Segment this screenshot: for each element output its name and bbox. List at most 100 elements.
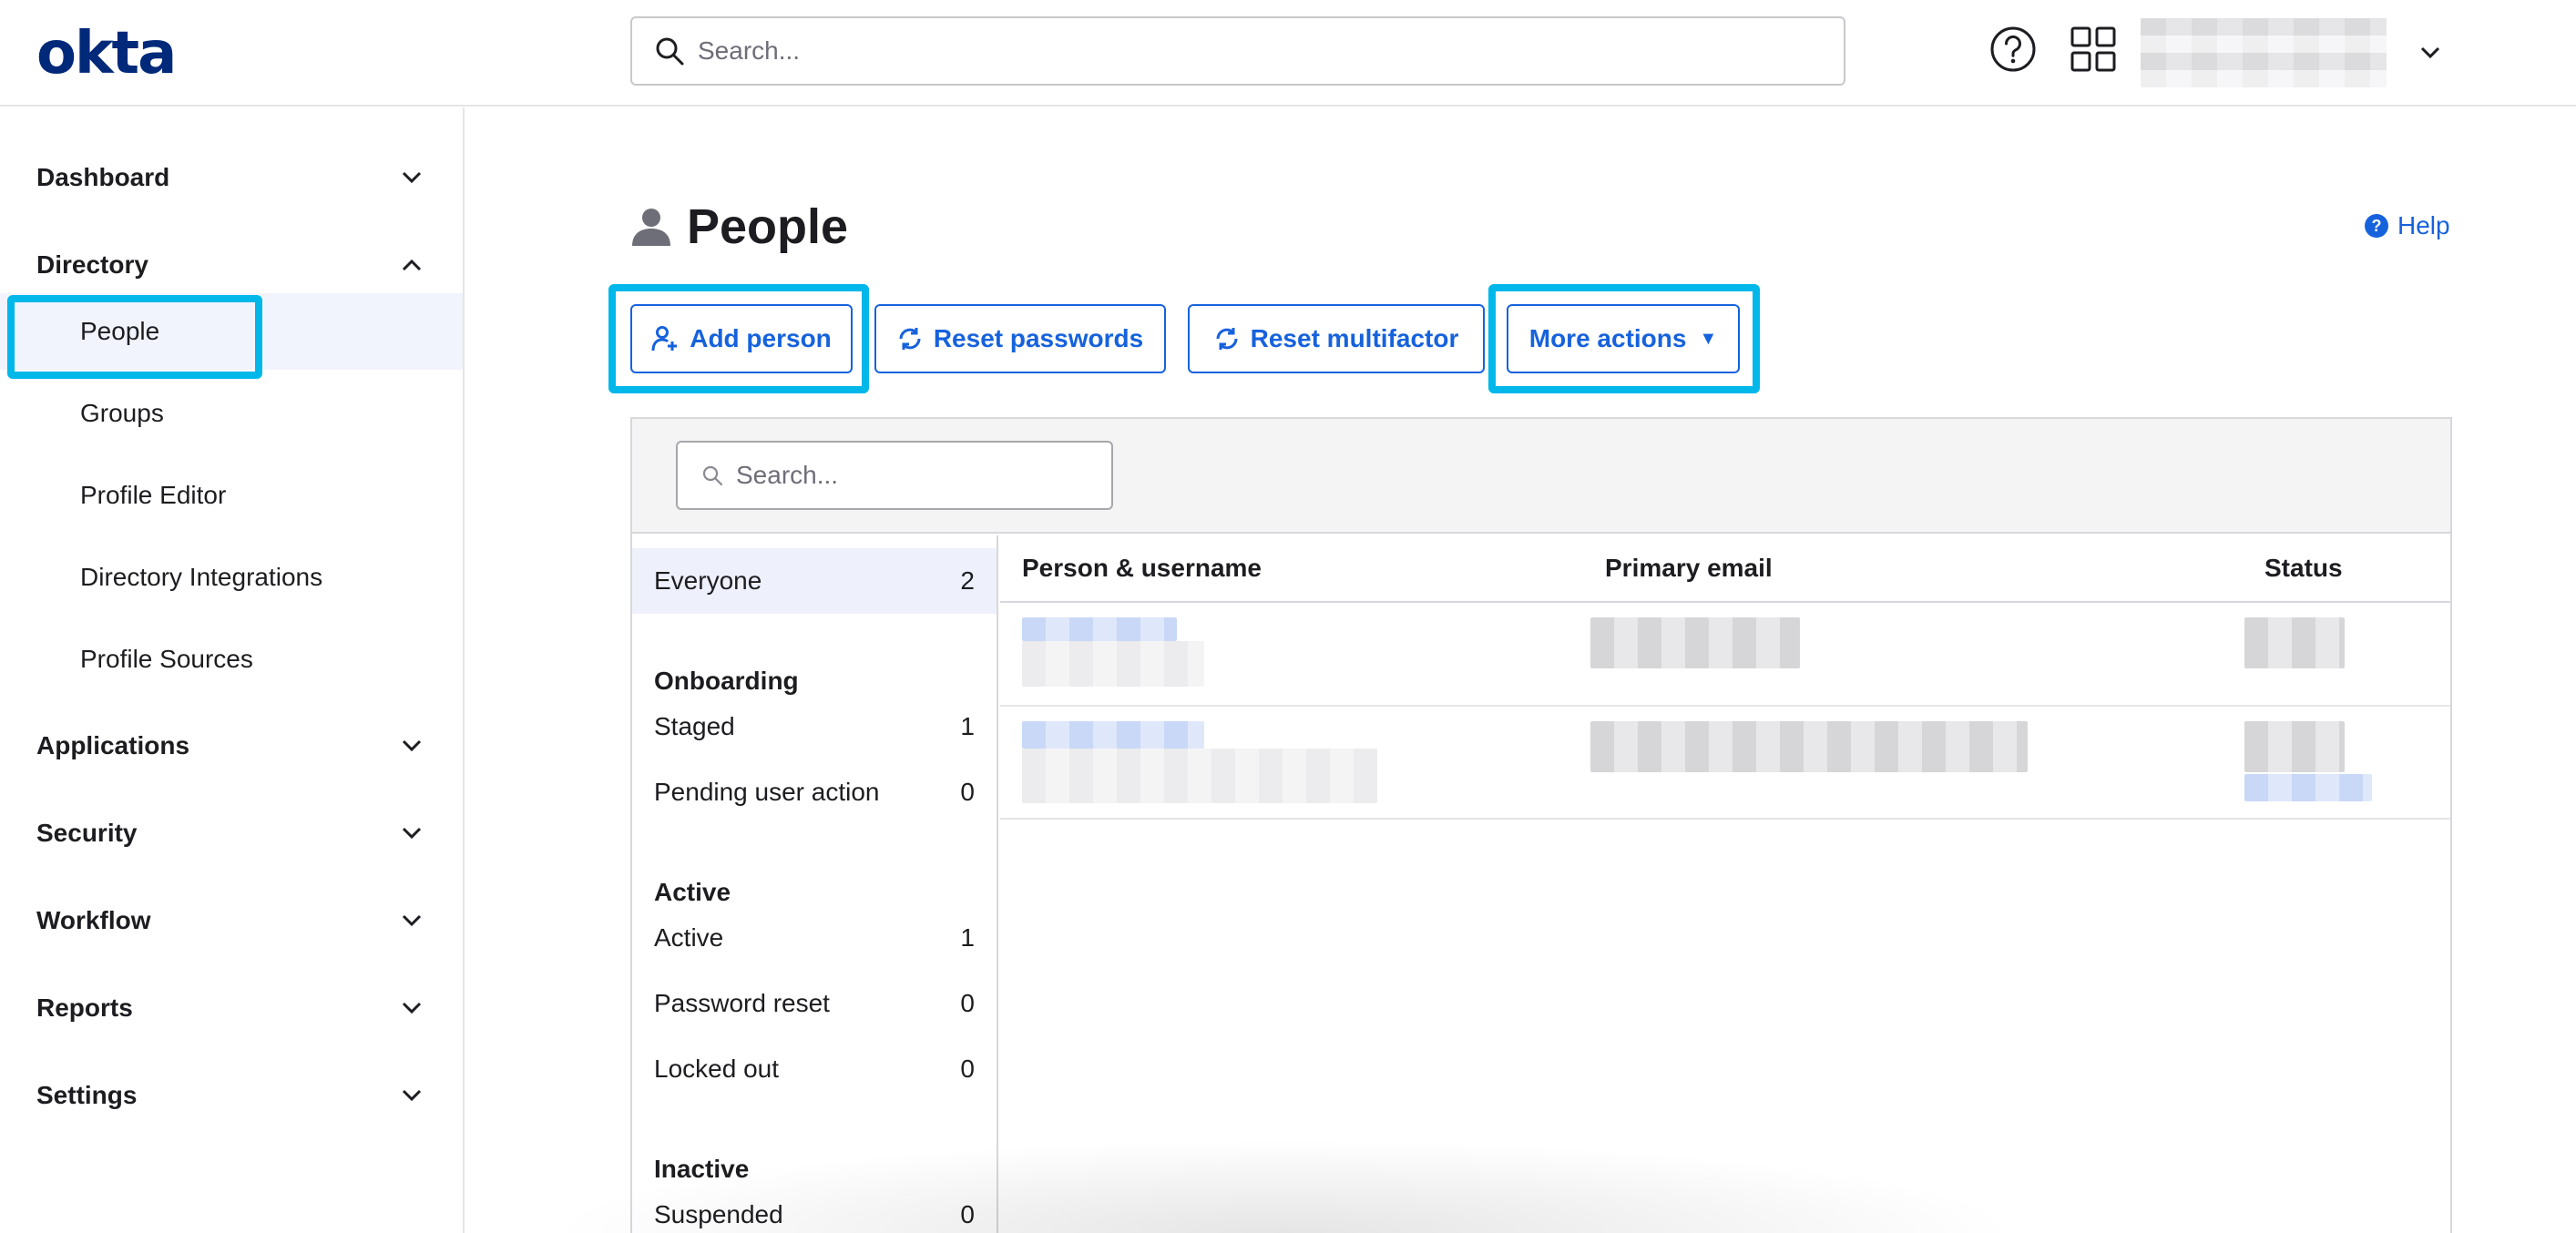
- people-search-input[interactable]: [736, 461, 1082, 490]
- page-title: People: [687, 199, 849, 254]
- sidebar-section-label: Reports: [36, 994, 133, 1022]
- sidebar-item-label: Directory Integrations: [80, 563, 323, 591]
- sidebar-item-groups[interactable]: Groups: [0, 375, 463, 452]
- chevron-down-icon: [402, 1089, 422, 1102]
- more-actions-button[interactable]: More actions ▼: [1507, 304, 1740, 373]
- filter-password-reset[interactable]: Password reset 0: [632, 971, 997, 1036]
- search-icon: [702, 465, 723, 486]
- filter-count: 0: [960, 778, 975, 806]
- sidebar-item-label: Groups: [80, 399, 164, 427]
- reset-multifactor-button[interactable]: Reset multifactor: [1188, 304, 1485, 373]
- sidebar-section-label: Directory: [36, 250, 148, 279]
- help-link[interactable]: ? Help: [2365, 211, 2450, 240]
- sidebar-section-label: Workflow: [36, 906, 151, 934]
- redacted-person-name[interactable]: [1022, 617, 1177, 641]
- filter-heading-active: Active: [654, 878, 731, 906]
- chevron-down-icon: [402, 1002, 422, 1014]
- redacted-email: [1590, 617, 1800, 668]
- sidebar-item-label: Profile Editor: [80, 481, 227, 509]
- help-link-label: Help: [2397, 211, 2450, 239]
- add-person-icon: [651, 326, 678, 352]
- redacted-status-action[interactable]: [2244, 774, 2372, 801]
- global-search[interactable]: [630, 16, 1845, 86]
- filter-label: Staged: [654, 712, 735, 740]
- panel-toolbar: [632, 419, 2450, 534]
- sidebar-item-directory-integrations[interactable]: Directory Integrations: [0, 539, 463, 616]
- sidebar-section-security[interactable]: Security: [0, 801, 463, 865]
- sidebar-item-label: People: [80, 317, 160, 345]
- redacted-username: [1022, 749, 1377, 803]
- sidebar-item-label: Profile Sources: [80, 645, 253, 673]
- add-person-button[interactable]: Add person: [630, 304, 853, 373]
- sidebar-item-profile-sources[interactable]: Profile Sources: [0, 621, 463, 698]
- redacted-username: [1022, 641, 1204, 687]
- reset-multifactor-label: Reset multifactor: [1250, 324, 1459, 352]
- filter-count: 0: [960, 989, 975, 1017]
- filter-count: 1: [960, 712, 975, 740]
- sidebar-section-label: Dashboard: [36, 163, 170, 191]
- filter-count: 2: [960, 566, 975, 595]
- filter-label: Password reset: [654, 989, 830, 1017]
- sidebar-section-label: Settings: [36, 1081, 138, 1109]
- filter-locked-out[interactable]: Locked out 0: [632, 1036, 997, 1102]
- page-header: People: [630, 195, 848, 259]
- redacted-status: [2244, 617, 2345, 668]
- reset-passwords-button[interactable]: Reset passwords: [874, 304, 1166, 373]
- sidebar-section-label: Security: [36, 819, 138, 847]
- redacted-email: [1590, 721, 2028, 772]
- chevron-down-icon[interactable]: [2418, 40, 2443, 70]
- table-header: Person & username Primary email Status: [1000, 535, 2450, 603]
- sidebar-section-settings[interactable]: Settings: [0, 1064, 463, 1127]
- apps-grid-icon[interactable]: [2070, 25, 2117, 77]
- filter-everyone[interactable]: Everyone 2: [632, 548, 997, 614]
- filter-label: Suspended: [654, 1200, 783, 1228]
- add-person-label: Add person: [690, 324, 832, 352]
- okta-logo[interactable]: okta: [36, 24, 177, 84]
- redacted-status: [2244, 721, 2345, 772]
- chevron-up-icon: [402, 259, 422, 271]
- column-header-email[interactable]: Primary email: [1605, 554, 1773, 583]
- filter-label: Active: [654, 923, 724, 952]
- filter-pending-user-action[interactable]: Pending user action 0: [632, 759, 997, 825]
- filter-label: Locked out: [654, 1055, 779, 1083]
- table-row[interactable]: [1000, 605, 2450, 707]
- sidebar-section-workflow[interactable]: Workflow: [0, 889, 463, 953]
- filter-count: 0: [960, 1055, 975, 1083]
- help-icon: ?: [2365, 214, 2388, 238]
- filter-label: Pending user action: [654, 778, 880, 806]
- sidebar-item-people[interactable]: People: [0, 293, 463, 370]
- sidebar-section-dashboard[interactable]: Dashboard: [0, 146, 463, 209]
- global-search-input[interactable]: [698, 36, 1844, 66]
- person-icon: [632, 209, 670, 246]
- refresh-icon: [1216, 328, 1238, 350]
- sidebar-section-label: Applications: [36, 731, 190, 759]
- filter-active[interactable]: Active 1: [632, 905, 997, 971]
- filter-suspended[interactable]: Suspended 0: [632, 1182, 997, 1233]
- filter-heading-onboarding: Onboarding: [654, 667, 799, 695]
- search-icon: [656, 37, 684, 66]
- table-row[interactable]: [1000, 708, 2450, 820]
- caret-down-icon: ▼: [1699, 328, 1718, 349]
- sidebar-section-directory[interactable]: Directory: [0, 233, 463, 297]
- user-account-menu[interactable]: [2141, 18, 2387, 87]
- column-header-person[interactable]: Person & username: [1022, 554, 1262, 583]
- sidebar-section-applications[interactable]: Applications: [0, 714, 463, 778]
- filter-heading-inactive: Inactive: [654, 1155, 750, 1183]
- chevron-down-icon: [402, 827, 422, 840]
- help-icon[interactable]: [1989, 25, 2037, 77]
- people-panel: Everyone 2 Onboarding Staged 1 Pending u…: [630, 417, 2452, 1233]
- sidebar-nav: Dashboard Directory People Groups Profil…: [0, 107, 465, 1233]
- people-search[interactable]: [676, 441, 1113, 510]
- filter-staged[interactable]: Staged 1: [632, 694, 997, 759]
- refresh-icon: [899, 328, 921, 350]
- filter-count: 0: [960, 1200, 975, 1228]
- filter-count: 1: [960, 923, 975, 952]
- column-header-status[interactable]: Status: [2264, 554, 2343, 583]
- reset-passwords-label: Reset passwords: [933, 324, 1144, 352]
- chevron-down-icon: [402, 914, 422, 927]
- sidebar-item-profile-editor[interactable]: Profile Editor: [0, 457, 463, 534]
- redacted-person-name[interactable]: [1022, 721, 1204, 749]
- chevron-down-icon: [402, 739, 422, 752]
- sidebar-section-reports[interactable]: Reports: [0, 976, 463, 1040]
- chevron-down-icon: [402, 171, 422, 184]
